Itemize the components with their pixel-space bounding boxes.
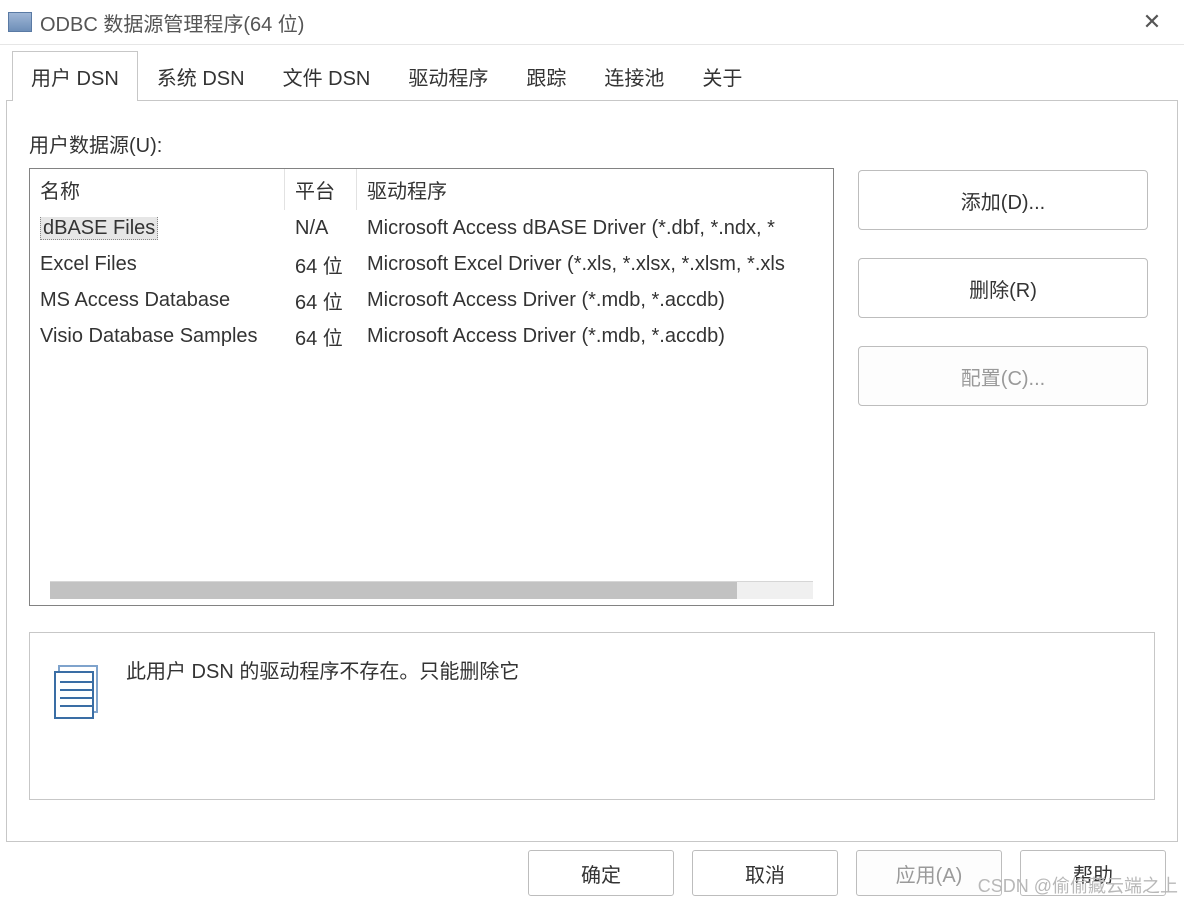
table-row[interactable]: MS Access Database 64 位 Microsoft Access… bbox=[30, 282, 833, 318]
table-header: 名称 平台 驱动程序 bbox=[30, 169, 833, 210]
tab-label: 跟踪 bbox=[526, 68, 566, 90]
tab-label: 关于 bbox=[702, 68, 742, 90]
data-source-table: 名称 平台 驱动程序 dBASE Files N/A Microsoft Acc… bbox=[30, 169, 833, 581]
cell-platform: N/A bbox=[285, 217, 357, 240]
middle-area: 名称 平台 驱动程序 dBASE Files N/A Microsoft Acc… bbox=[29, 168, 1155, 606]
cell-name: Visio Database Samples bbox=[30, 325, 285, 348]
tab-strip: 用户 DSN 系统 DSN 文件 DSN 驱动程序 跟踪 连接池 关于 bbox=[6, 51, 1178, 101]
data-source-icon bbox=[54, 665, 98, 717]
window-title: ODBC 数据源管理程序(64 位) bbox=[40, 8, 1128, 37]
help-button[interactable]: 帮助 bbox=[1020, 850, 1166, 896]
col-header-driver[interactable]: 驱动程序 bbox=[357, 169, 833, 210]
tab-system-dsn[interactable]: 系统 DSN bbox=[138, 51, 264, 101]
col-header-name[interactable]: 名称 bbox=[30, 169, 285, 210]
ok-button[interactable]: 确定 bbox=[528, 850, 674, 896]
close-icon[interactable]: ✕ bbox=[1128, 0, 1176, 44]
dialog-footer: 确定 取消 应用(A) 帮助 bbox=[0, 842, 1184, 910]
col-header-platform[interactable]: 平台 bbox=[285, 169, 357, 210]
cell-driver: Microsoft Excel Driver (*.xls, *.xlsx, *… bbox=[357, 253, 833, 276]
remove-button[interactable]: 删除(R) bbox=[858, 258, 1148, 318]
scrollbar-thumb[interactable] bbox=[50, 582, 737, 599]
tab-about[interactable]: 关于 bbox=[683, 51, 761, 101]
table-row[interactable]: dBASE Files N/A Microsoft Access dBASE D… bbox=[30, 210, 833, 246]
tab-label: 文件 DSN bbox=[283, 68, 371, 90]
cell-name: dBASE Files bbox=[30, 217, 285, 240]
table-body: dBASE Files N/A Microsoft Access dBASE D… bbox=[30, 210, 833, 581]
horizontal-scrollbar[interactable] bbox=[50, 581, 813, 599]
add-button[interactable]: 添加(D)... bbox=[858, 170, 1148, 230]
app-icon bbox=[8, 12, 32, 32]
cell-driver: Microsoft Access Driver (*.mdb, *.accdb) bbox=[357, 289, 833, 312]
cell-name: Excel Files bbox=[30, 253, 285, 276]
tab-label: 系统 DSN bbox=[157, 68, 245, 90]
tab-label: 驱动程序 bbox=[408, 68, 488, 90]
cell-platform: 64 位 bbox=[285, 286, 357, 315]
data-source-list[interactable]: 名称 平台 驱动程序 dBASE Files N/A Microsoft Acc… bbox=[29, 168, 834, 606]
tab-pool[interactable]: 连接池 bbox=[585, 51, 683, 101]
info-box: 此用户 DSN 的驱动程序不存在。只能删除它 bbox=[29, 632, 1155, 800]
cancel-button[interactable]: 取消 bbox=[692, 850, 838, 896]
tab-file-dsn[interactable]: 文件 DSN bbox=[264, 51, 390, 101]
data-source-label: 用户数据源(U): bbox=[29, 129, 1155, 158]
tab-label: 用户 DSN bbox=[31, 68, 119, 90]
apply-button[interactable]: 应用(A) bbox=[856, 850, 1002, 896]
tab-user-dsn[interactable]: 用户 DSN bbox=[12, 51, 138, 101]
table-row[interactable]: Visio Database Samples 64 位 Microsoft Ac… bbox=[30, 318, 833, 354]
tab-trace[interactable]: 跟踪 bbox=[507, 51, 585, 101]
cell-driver: Microsoft Access dBASE Driver (*.dbf, *.… bbox=[357, 217, 833, 240]
title-bar: ODBC 数据源管理程序(64 位) ✕ bbox=[0, 0, 1184, 44]
cell-name: MS Access Database bbox=[30, 289, 285, 312]
side-actions: 添加(D)... 删除(R) 配置(C)... bbox=[858, 168, 1148, 406]
tab-panel: 用户数据源(U): 名称 平台 驱动程序 dBASE Files N bbox=[6, 101, 1178, 842]
info-text: 此用户 DSN 的驱动程序不存在。只能删除它 bbox=[126, 655, 519, 684]
tab-drivers[interactable]: 驱动程序 bbox=[389, 51, 507, 101]
dialog-body: 用户 DSN 系统 DSN 文件 DSN 驱动程序 跟踪 连接池 关于 用户数据… bbox=[0, 45, 1184, 842]
tab-label: 连接池 bbox=[604, 68, 664, 90]
configure-button[interactable]: 配置(C)... bbox=[858, 346, 1148, 406]
cell-platform: 64 位 bbox=[285, 322, 357, 351]
table-row[interactable]: Excel Files 64 位 Microsoft Excel Driver … bbox=[30, 246, 833, 282]
odbc-admin-window: ODBC 数据源管理程序(64 位) ✕ 用户 DSN 系统 DSN 文件 DS… bbox=[0, 0, 1184, 910]
cell-platform: 64 位 bbox=[285, 250, 357, 279]
cell-driver: Microsoft Access Driver (*.mdb, *.accdb) bbox=[357, 325, 833, 348]
